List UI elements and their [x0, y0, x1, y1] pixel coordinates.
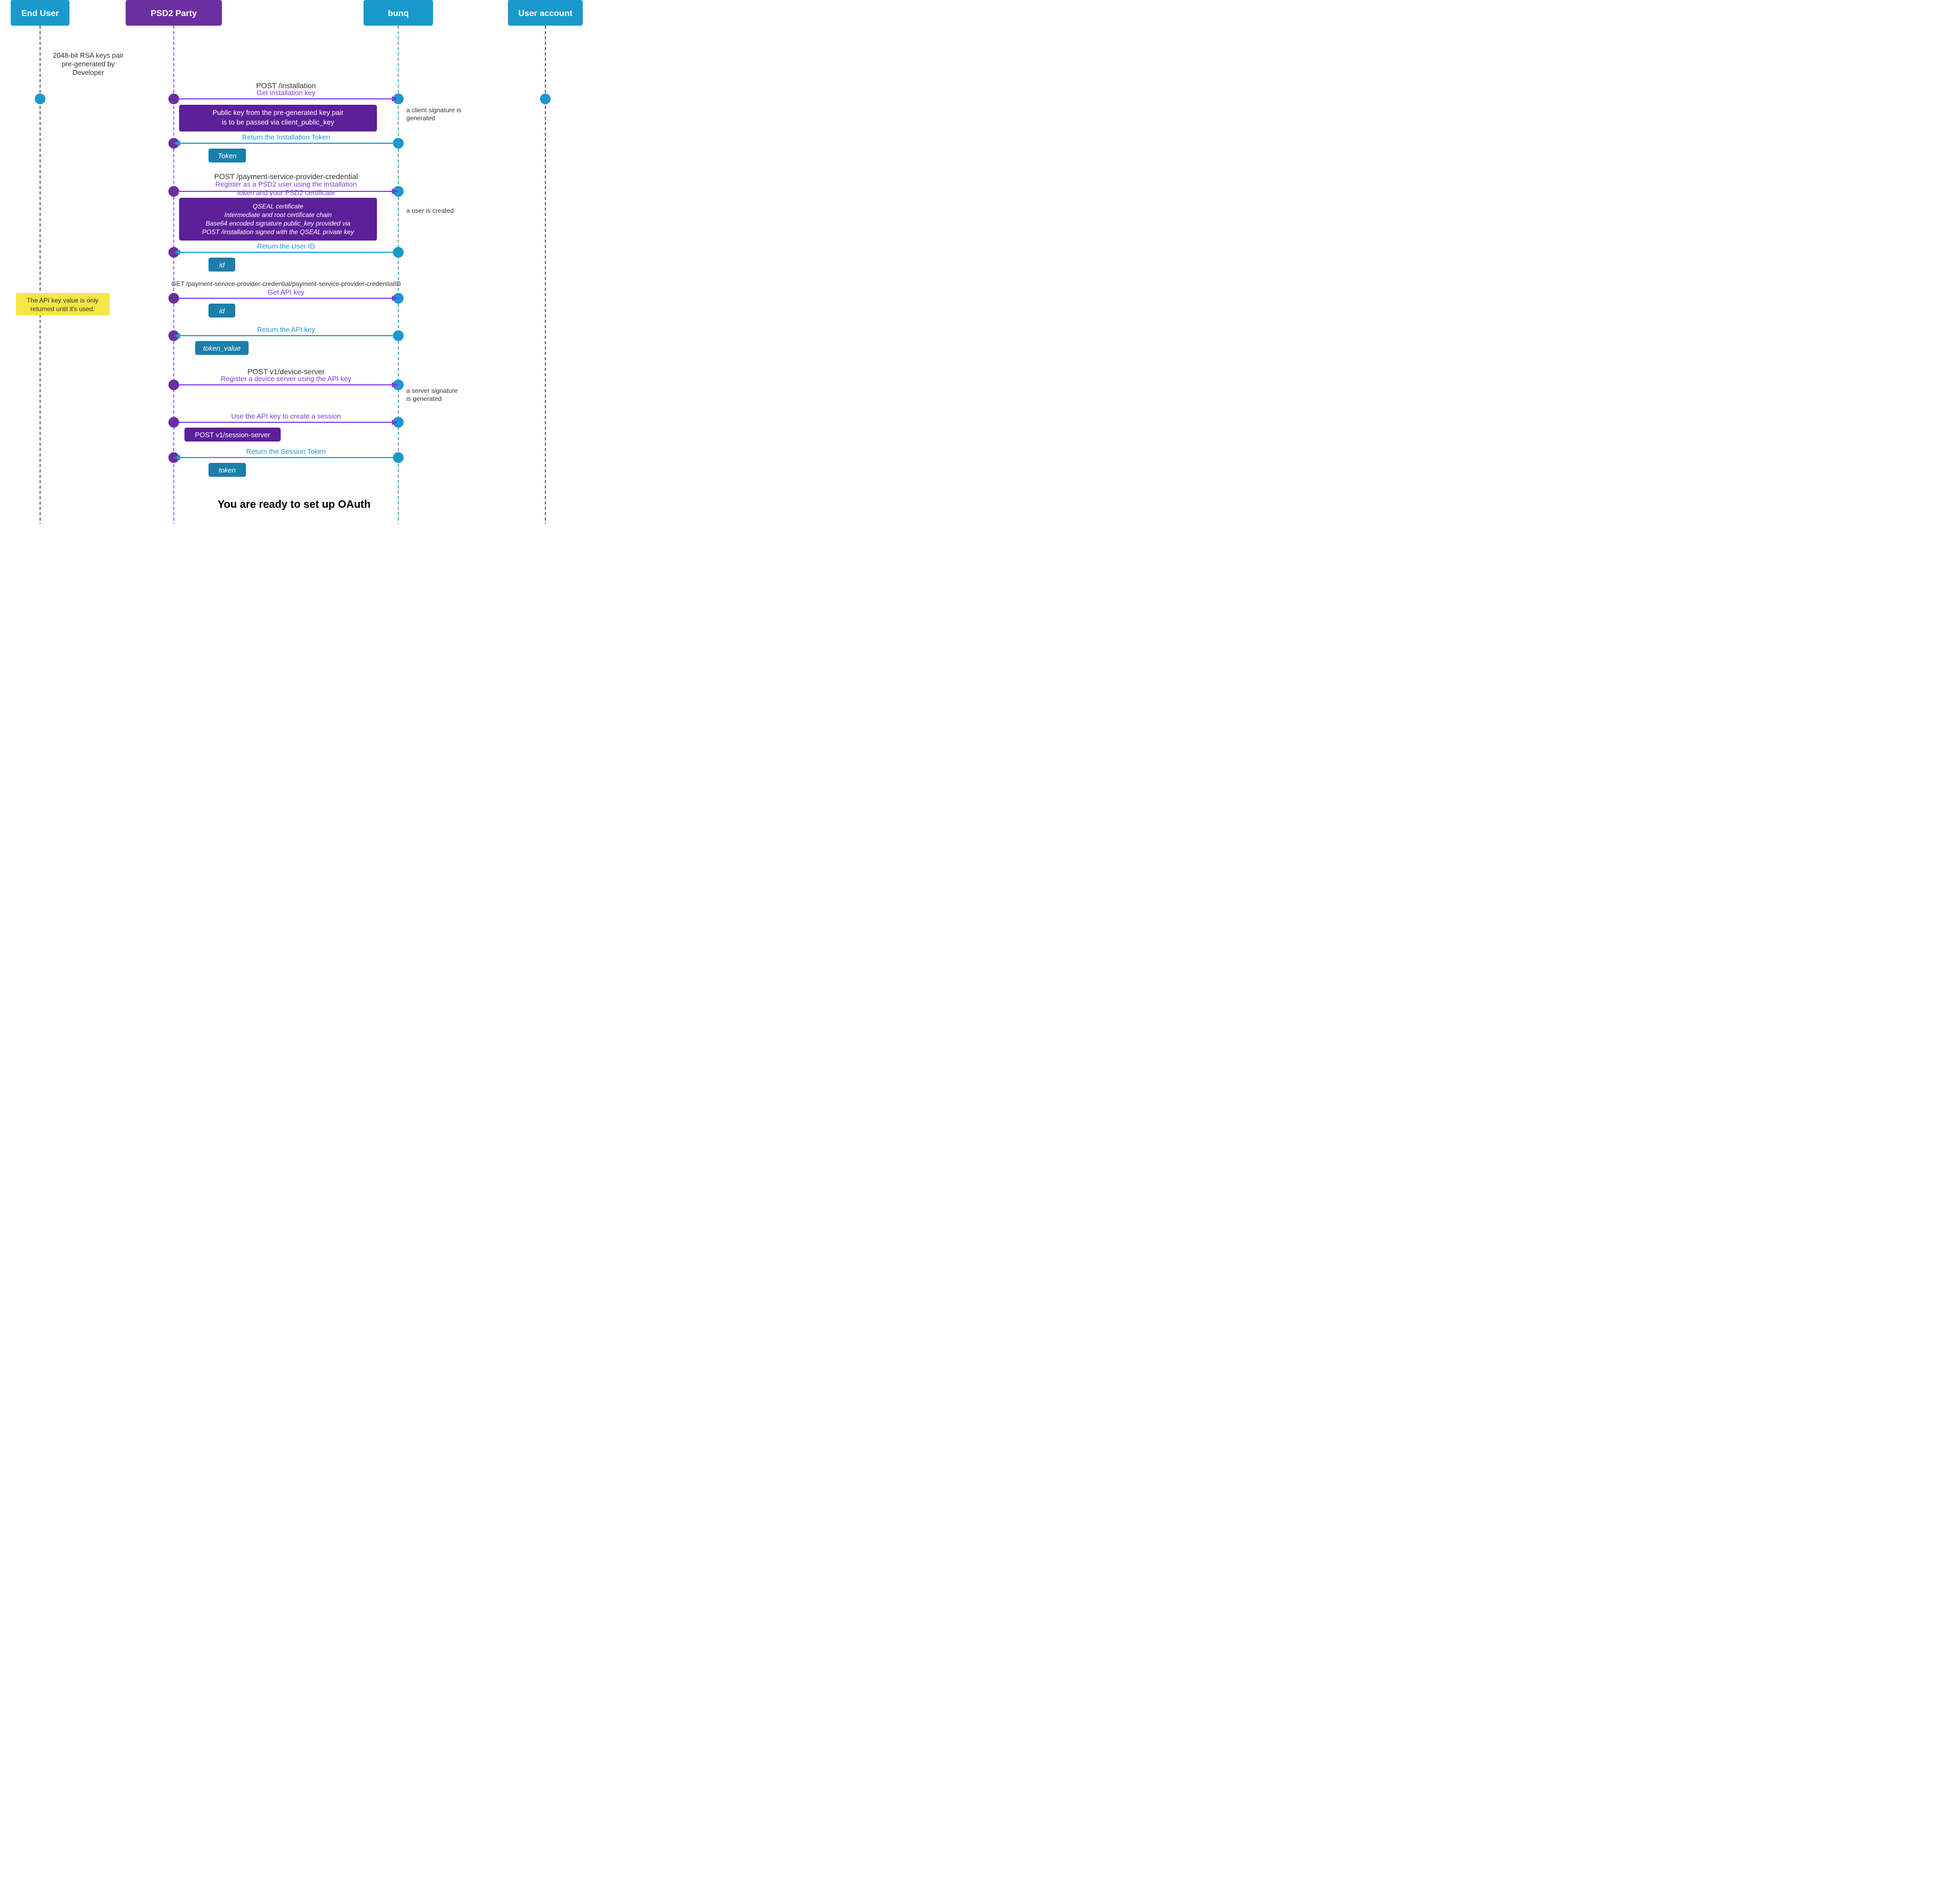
get-api-key-label: Get API key	[268, 288, 305, 296]
return-user-id-label: Return the User ID	[257, 242, 315, 250]
client-sig-text-line1: a client signature is	[406, 106, 461, 114]
circle-bunq-5	[393, 293, 404, 304]
register-psd2-label-line2: token and your PSD2 certificate	[237, 189, 335, 197]
circle-bunq-1	[393, 94, 404, 104]
rsa-note-line3: Developer	[72, 68, 104, 76]
circle-psd2-6	[168, 330, 179, 341]
return-session-token-label: Return the Session Token	[246, 447, 326, 455]
register-psd2-label-line1: Register as a PSD2 user using the instal…	[215, 180, 357, 188]
user-created-text: a user is created	[406, 207, 454, 214]
circle-user-account-1	[540, 94, 551, 104]
server-sig-text-line2: is generated	[406, 395, 442, 402]
get-psp-cred-label: GET /payment-service-provider-credential…	[171, 280, 401, 288]
circle-bunq-8	[393, 417, 404, 428]
post-installation-label: POST /installation	[256, 81, 316, 90]
id-badge-2: id	[219, 307, 225, 315]
circle-psd2-1	[168, 94, 179, 104]
circle-psd2-9	[168, 452, 179, 463]
qseal-line3: Base64 encoded signature public_key prov…	[206, 220, 351, 227]
circle-bunq-4	[393, 247, 404, 258]
post-device-server-label: POST v1/device-server	[248, 367, 325, 376]
public-key-note-line2: is to be passed via client_public_key	[222, 118, 335, 126]
return-api-key-label: Return the API key	[257, 326, 315, 334]
circle-bunq-9	[393, 452, 404, 463]
token-value-badge: token_value	[203, 344, 241, 352]
circle-psd2-2	[168, 138, 179, 149]
qseal-line4: POST /installation signed with the QSEAL…	[202, 228, 354, 236]
user-account-header: User account	[518, 9, 573, 18]
circle-bunq-7	[393, 380, 404, 390]
qseal-line2: Intermediate and root certificate chain	[225, 211, 332, 219]
get-installation-key-label: Get installation key	[257, 89, 315, 97]
end-user-header: End User	[21, 9, 59, 18]
bunq-header: bunq	[388, 9, 408, 18]
token-badge: Token	[218, 152, 237, 160]
client-sig-text-line2: generated	[406, 114, 435, 122]
qseal-line1: QSEAL certificate	[253, 203, 304, 210]
circle-end-user-1	[35, 94, 45, 104]
footer-text: You are ready to set up OAuth	[218, 499, 371, 510]
post-session-server-badge: POST v1/session-server	[195, 431, 271, 439]
circle-bunq-3	[393, 186, 404, 197]
token-badge-2: token	[219, 466, 236, 474]
id-badge-1: id	[219, 261, 225, 269]
circle-bunq-6	[393, 330, 404, 341]
circle-psd2-5	[168, 293, 179, 304]
circle-psd2-8	[168, 417, 179, 428]
register-device-server-label: Register a device server using the API k…	[221, 375, 352, 383]
public-key-note-line1: Public key from the pre-generated key pa…	[213, 109, 344, 117]
api-key-note-line1: The API key value is only	[27, 297, 98, 304]
psd2-header: PSD2 Party	[151, 9, 197, 18]
post-psp-credential-label: POST /payment-service-provider-credentia…	[214, 172, 358, 181]
circle-psd2-7	[168, 380, 179, 390]
use-api-key-session-label: Use the API key to create a session	[231, 412, 341, 420]
api-key-note-line2: returned until it's used.	[30, 305, 95, 313]
circle-psd2-4	[168, 247, 179, 258]
circle-psd2-3	[168, 186, 179, 197]
rsa-note-line1: 2048-bit RSA keys pair	[53, 51, 124, 59]
return-installation-token-label: Return the Installation Token	[242, 133, 330, 141]
circle-bunq-2	[393, 138, 404, 149]
server-sig-text-line1: a server signature	[406, 387, 458, 394]
rsa-note-line2: pre-generated by	[61, 60, 115, 68]
